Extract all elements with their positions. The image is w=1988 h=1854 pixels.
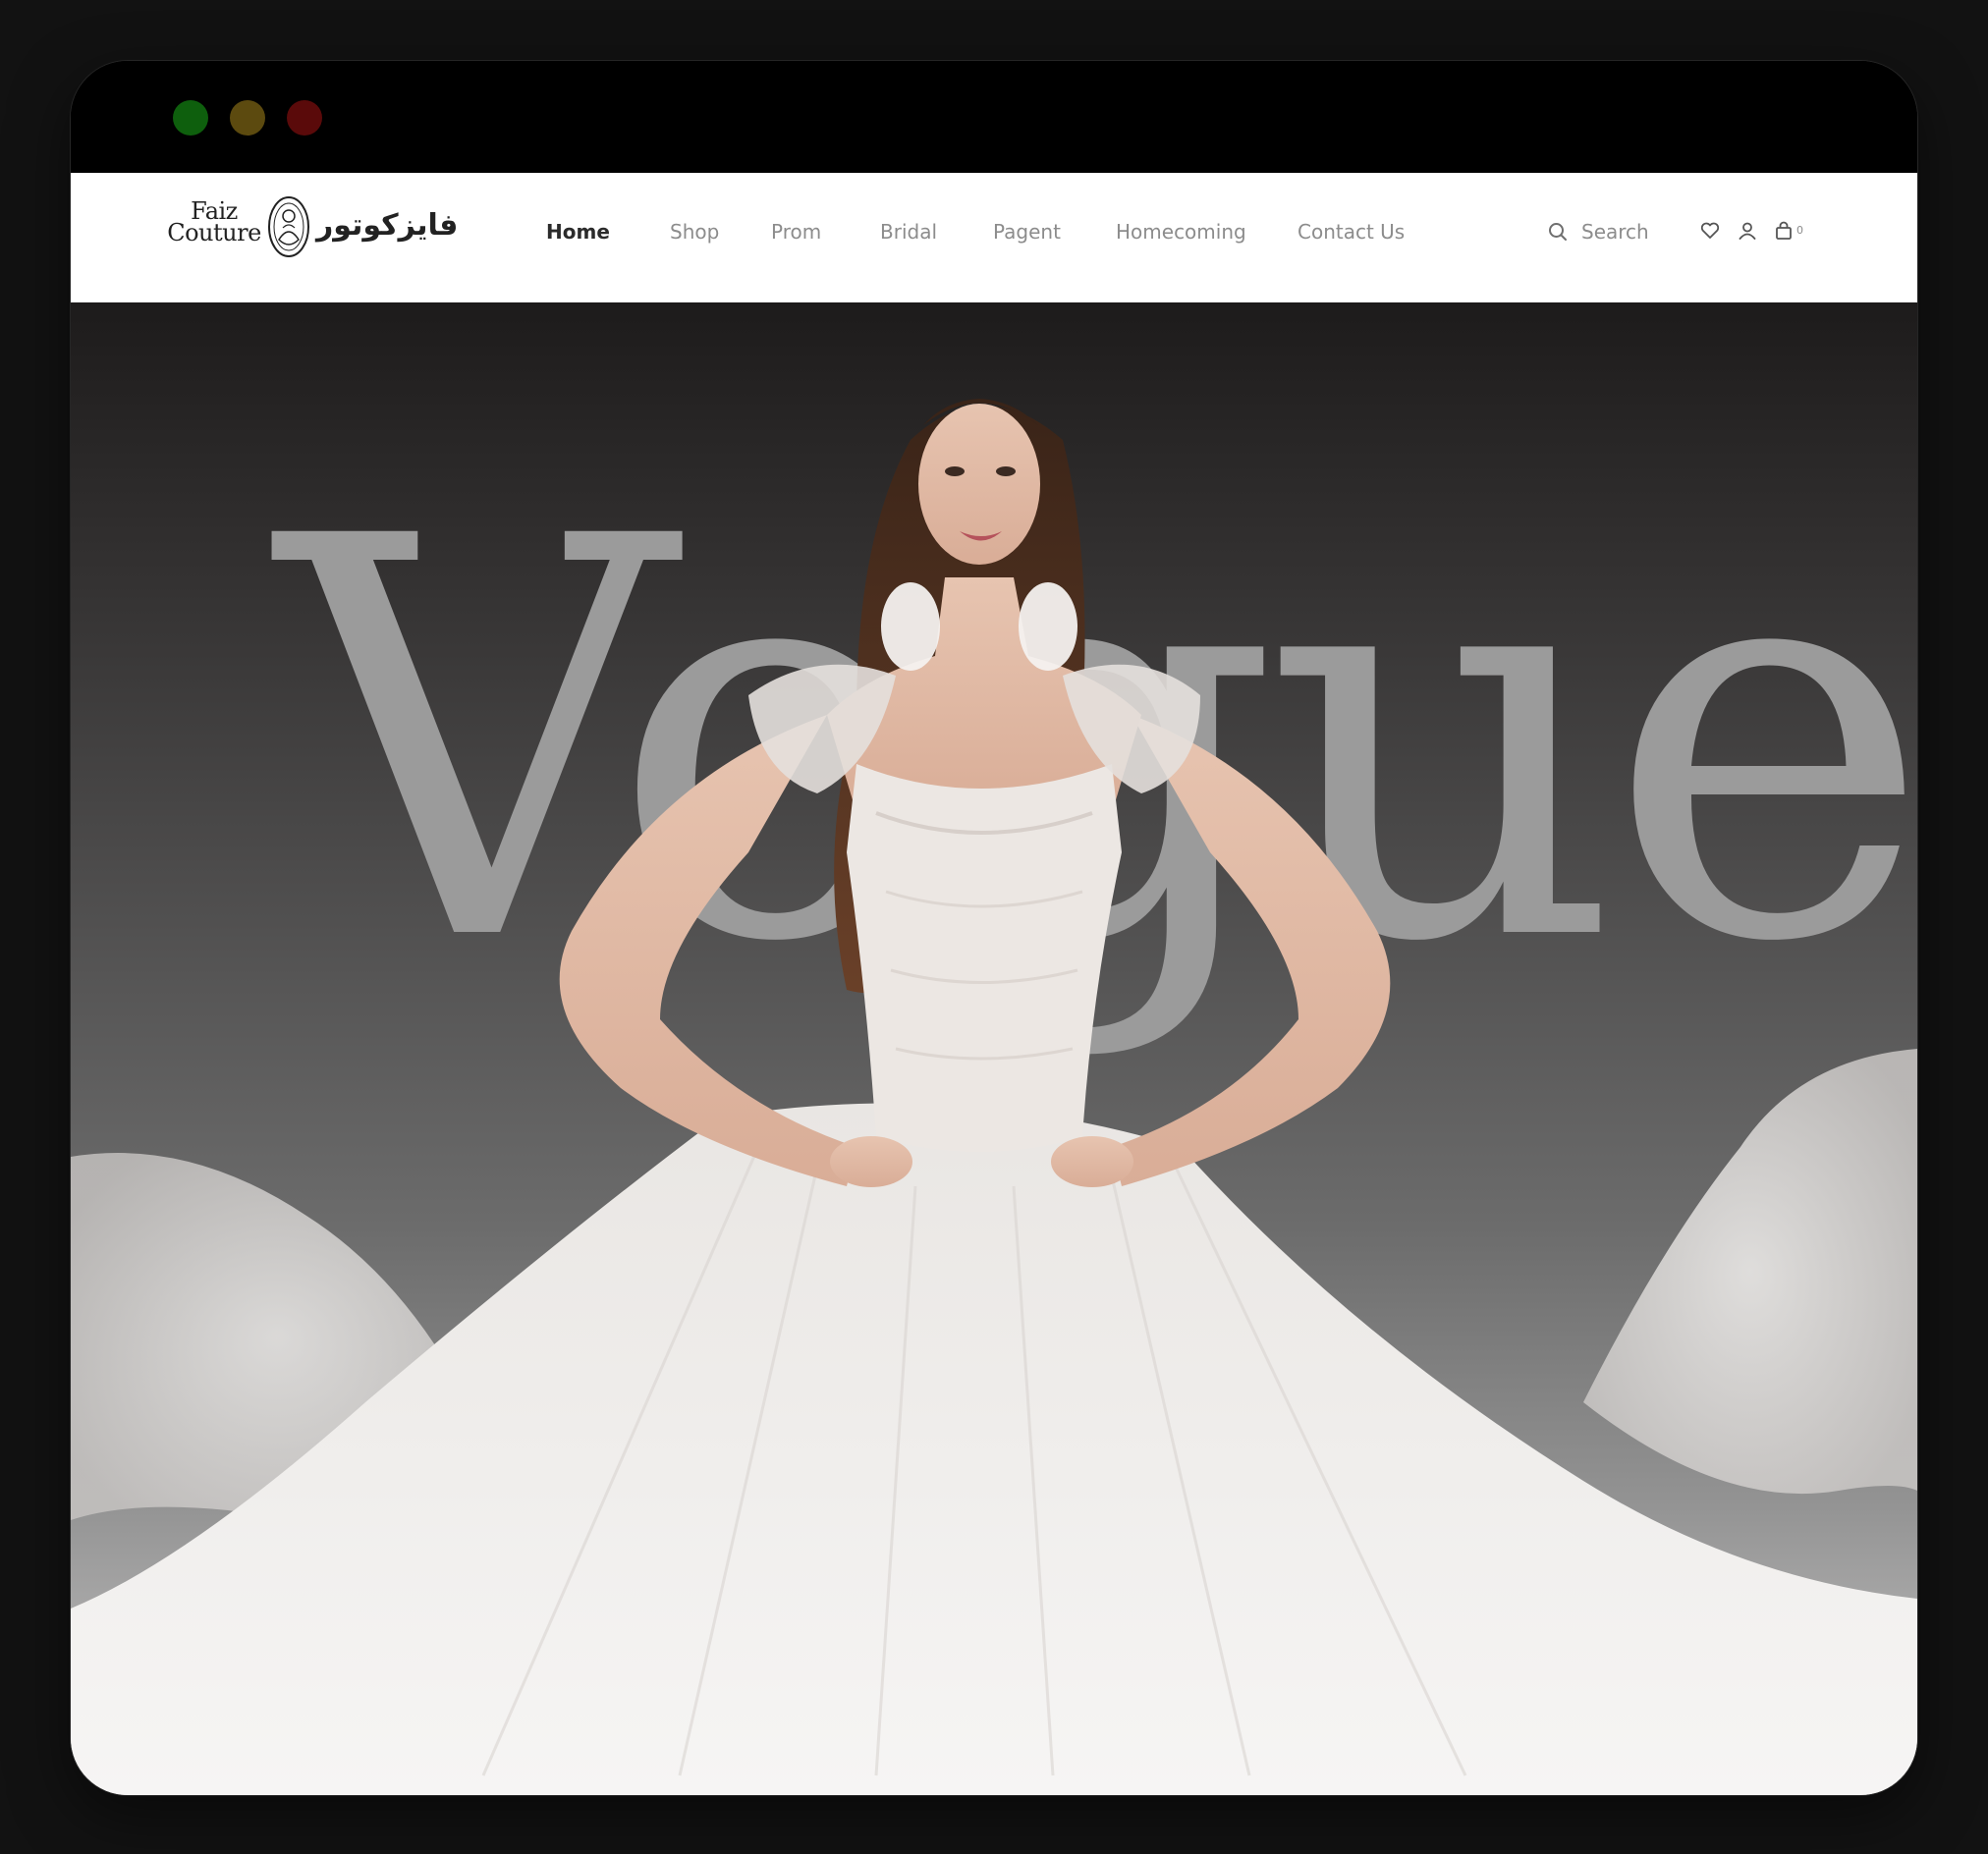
logo-line-2: Couture [167, 219, 261, 246]
heart-icon[interactable] [1699, 220, 1721, 242]
logo-seal-icon [268, 196, 309, 257]
logo-arabic-wordmark: فايزكوتور [316, 208, 459, 243]
nav-contact-us[interactable]: Contact Us [1298, 220, 1405, 244]
browser-window: Faiz Couture فايزكوتور Home Shop Prom Br… [71, 61, 1917, 1795]
cart-count-badge: 0 [1796, 224, 1803, 237]
window-close-button[interactable] [287, 100, 322, 136]
nav-home[interactable]: Home [546, 220, 610, 244]
window-minimize-button[interactable] [230, 100, 265, 136]
nav-prom[interactable]: Prom [771, 220, 821, 244]
hero-banner: Vogue [71, 302, 1917, 1795]
user-icon[interactable] [1737, 220, 1758, 242]
bag-icon[interactable] [1773, 220, 1795, 242]
hero-model-image [71, 399, 1917, 1795]
search-label: Search [1581, 220, 1649, 244]
nav-homecoming[interactable]: Homecoming [1116, 220, 1246, 244]
brand-logo[interactable]: Faiz Couture فايزكوتور [167, 194, 458, 267]
window-maximize-button[interactable] [173, 100, 208, 136]
nav-shop[interactable]: Shop [670, 220, 719, 244]
site-header: Faiz Couture فايزكوتور Home Shop Prom Br… [71, 173, 1917, 304]
title-bar [71, 61, 1917, 173]
logo-latin-wordmark: Faiz Couture [167, 199, 261, 246]
nav-pagent[interactable]: Pagent [993, 220, 1061, 244]
nav-bridal[interactable]: Bridal [880, 220, 937, 244]
search-icon [1549, 223, 1567, 241]
